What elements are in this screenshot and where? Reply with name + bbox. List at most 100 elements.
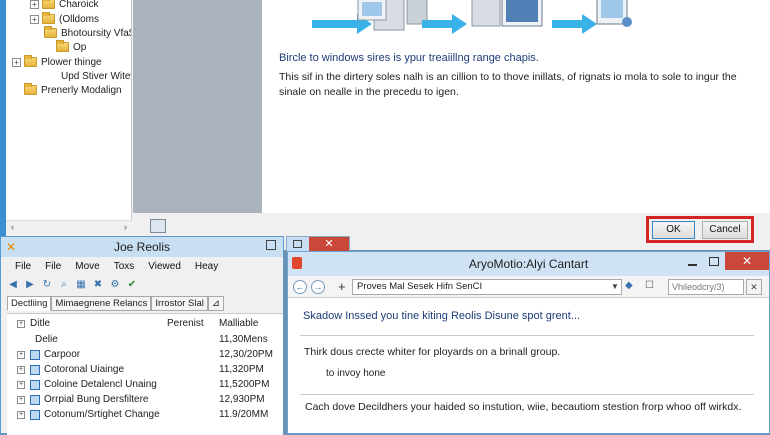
- content-text: Thirk dous crecte whiter for ployards on…: [304, 346, 561, 358]
- menu-help[interactable]: Heay: [181, 261, 218, 272]
- expand-icon[interactable]: +: [17, 395, 25, 404]
- cancel-button[interactable]: Cancel: [702, 221, 748, 239]
- tree-item-label: (Olldoms: [59, 13, 100, 25]
- search-icon[interactable]: ⌕: [58, 279, 70, 291]
- maximize-icon[interactable]: [293, 240, 302, 248]
- item-name: Orrpial Bung Dersfiltere: [44, 394, 149, 405]
- item-value: 11,30Mens: [219, 334, 268, 345]
- folder-icon: [56, 40, 69, 52]
- menu-view[interactable]: Viewed: [134, 261, 181, 272]
- tab-instructor[interactable]: Irrostor Slal: [151, 296, 208, 311]
- tree-item-label: Upd Stiver Witew: [61, 70, 132, 82]
- settings-icon[interactable]: ⚙: [109, 279, 121, 291]
- clear-search-icon[interactable]: ✕: [746, 279, 762, 295]
- column-header-mallable[interactable]: Malliable: [219, 318, 258, 329]
- menu-tools[interactable]: Toxs: [100, 261, 135, 272]
- tree-item[interactable]: + Charoick: [30, 0, 98, 11]
- list-item[interactable]: + Carpoor 12,30/20PM: [7, 347, 279, 362]
- list-item[interactable]: + Cotonum/Srtighet Change 11.9/20MM: [7, 407, 279, 422]
- address-bar[interactable]: Proves Mal Sesek Hifn SenCI: [352, 279, 622, 295]
- expand-icon[interactable]: +: [17, 380, 25, 389]
- content-subtext: to invoy hone: [326, 368, 386, 379]
- tree-item[interactable]: Prenerly Modalign: [24, 83, 122, 97]
- properties-icon[interactable]: ▦: [75, 279, 87, 291]
- menu-file[interactable]: File: [1, 261, 31, 272]
- menu-bar: File File Move Toxs Viewed Heay: [1, 257, 283, 275]
- list-item[interactable]: + Coloine Detalencl Unaing 11,5200PM: [7, 377, 279, 392]
- scroll-left-icon[interactable]: ‹: [6, 221, 19, 233]
- tab-details[interactable]: Dectliing: [7, 296, 52, 311]
- back-icon[interactable]: ◀: [7, 279, 19, 291]
- expand-icon[interactable]: +: [17, 410, 25, 419]
- wizard-window: + Charoick + (Olldoms Bhotoursity Vfa$) …: [0, 0, 770, 250]
- tab-management[interactable]: Mimaegnene Relancs: [51, 296, 152, 311]
- item-value: 11,5200PM: [219, 379, 270, 390]
- tree-item[interactable]: + (Olldoms: [30, 12, 99, 26]
- refresh-icon[interactable]: ↻: [41, 279, 53, 291]
- tree-item[interactable]: Upd Stiver Witew: [61, 69, 132, 83]
- title-bar[interactable]: ✕ Joe Reolis: [1, 237, 283, 257]
- item-name: Delie: [35, 334, 58, 345]
- horizontal-scrollbar[interactable]: ‹ ›: [6, 220, 132, 233]
- minimize-icon[interactable]: [688, 264, 697, 266]
- list-item[interactable]: + Cotoronal Uiainge 11,320PM: [7, 362, 279, 377]
- item-icon: [30, 349, 40, 360]
- item-value: 12,30/20PM: [219, 349, 273, 360]
- back-icon[interactable]: ←: [293, 280, 307, 294]
- title-bar[interactable]: AryoMotio:Alyi Cantart ✕: [288, 252, 769, 276]
- forward-icon[interactable]: ▶: [24, 279, 36, 291]
- list-item[interactable]: Delie 11,30Mens: [7, 332, 279, 347]
- folder-icon: [44, 26, 57, 38]
- column-header-name[interactable]: Ditle: [30, 318, 180, 329]
- folder-tree[interactable]: + Charoick + (Olldoms Bhotoursity Vfa$) …: [6, 0, 132, 233]
- ok-button[interactable]: OK: [652, 221, 695, 239]
- item-list[interactable]: + Ditle Perenist Malliable Delie 11,30Me…: [7, 313, 283, 435]
- expand-icon[interactable]: +: [30, 14, 39, 24]
- list-header: + Ditle Perenist Malliable: [7, 316, 279, 331]
- folder-icon: [24, 83, 37, 95]
- close-button[interactable]: ✕: [309, 237, 349, 252]
- wizard-icon: [150, 219, 166, 233]
- item-icon: [30, 364, 40, 375]
- forward-icon[interactable]: →: [311, 280, 325, 294]
- tree-item-label: Prenerly Modalign: [41, 84, 122, 96]
- browser-window: AryoMotio:Alyi Cantart ✕ ← → + Proves Ma…: [287, 251, 770, 434]
- favorites-icon[interactable]: ☐: [645, 280, 654, 291]
- footer-text: Cach dove Decildhers your haided so inst…: [305, 401, 742, 413]
- menu-file-2[interactable]: File: [31, 261, 61, 272]
- tree-item-label: Op: [73, 41, 87, 53]
- toolbar: ◀ ▶ ↻ ⌕ ▦ ✖ ⚙ ✔: [7, 277, 138, 293]
- expand-icon[interactable]: +: [12, 57, 21, 67]
- menu-move[interactable]: Move: [61, 261, 99, 272]
- search-input[interactable]: Vhileodcry/3): [668, 279, 744, 295]
- tree-item-label: Bhotoursity Vfa$): [61, 27, 132, 39]
- check-icon[interactable]: ✔: [126, 279, 138, 291]
- column-header-perenist[interactable]: Perenist: [167, 318, 204, 329]
- item-value: 12,930PM: [219, 394, 265, 405]
- maximize-icon[interactable]: [266, 240, 276, 250]
- tree-item[interactable]: + Plower thinge: [12, 55, 102, 69]
- window-title: Joe Reolis: [113, 240, 171, 254]
- close-button[interactable]: ✕: [725, 252, 769, 270]
- list-item[interactable]: + Orrpial Bung Dersfiltere 12,930PM: [7, 392, 279, 407]
- tree-item[interactable]: Bhotoursity Vfa$): [44, 26, 132, 40]
- folder-icon: [42, 0, 55, 9]
- item-name: Coloine Detalencl Unaing: [44, 379, 157, 390]
- collapse-icon[interactable]: +: [17, 319, 25, 328]
- add-icon[interactable]: +: [338, 279, 346, 294]
- wizard-content: Bircle to windows sires is ypur treaiill…: [262, 0, 770, 213]
- dropdown-icon[interactable]: ▼: [611, 279, 619, 295]
- maximize-icon[interactable]: [709, 257, 719, 266]
- tab-close-icon[interactable]: ⊿: [207, 296, 224, 311]
- item-icon: [30, 394, 40, 405]
- delete-icon[interactable]: ✖: [92, 279, 104, 291]
- tree-item-label: Plower thinge: [41, 56, 102, 68]
- item-icon: [30, 409, 40, 420]
- navigation-bar: ← → + Proves Mal Sesek Hifn SenCI ▼ ◆ ☐ …: [288, 276, 769, 298]
- tree-item[interactable]: Op: [56, 40, 86, 54]
- expand-icon[interactable]: +: [30, 0, 39, 9]
- expand-icon[interactable]: +: [17, 350, 25, 359]
- info-icon[interactable]: ◆: [625, 280, 633, 291]
- scroll-right-icon[interactable]: ›: [119, 221, 132, 233]
- expand-icon[interactable]: +: [17, 365, 25, 374]
